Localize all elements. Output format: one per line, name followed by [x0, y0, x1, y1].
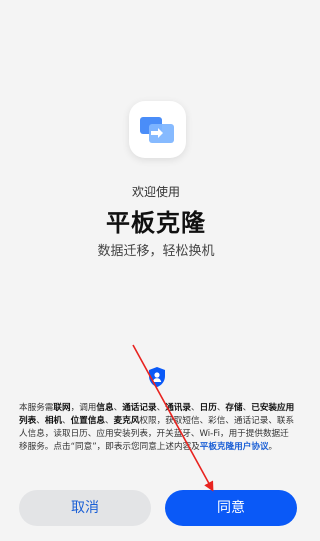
- user-agreement-link[interactable]: 平板克隆用户协议: [200, 442, 269, 452]
- privacy-notice: 本服务需联网，调用信息、通话记录、通讯录、日历、存储、已安装应用列表、相机、位置…: [19, 402, 297, 454]
- notice-segment: 、: [156, 403, 166, 413]
- permission-term: 麦克风: [113, 416, 140, 426]
- permission-term: 信息: [96, 403, 114, 413]
- privacy-shield-icon: [149, 367, 165, 387]
- app-title: 平板克隆: [106, 209, 206, 237]
- notice-segment: ，调用: [70, 403, 97, 413]
- permission-term: 联网: [53, 403, 71, 413]
- notice-segment: 、: [113, 403, 123, 413]
- permission-term: 位置信息: [70, 416, 106, 426]
- permission-term: 日历: [199, 403, 217, 413]
- notice-segment: 本服务需: [19, 403, 54, 413]
- notice-segment: 、: [62, 416, 71, 426]
- notice-segment: 、: [36, 416, 45, 426]
- permission-term: 通话记录: [122, 403, 157, 413]
- cancel-button[interactable]: 取消: [19, 490, 151, 526]
- permission-term: 相机: [44, 416, 63, 426]
- app-icon: [129, 101, 186, 158]
- permission-term: 通讯录: [165, 403, 191, 413]
- privacy-notice-tail: 。: [268, 442, 278, 452]
- welcome-text: 欢迎使用: [131, 185, 180, 199]
- agree-button[interactable]: 同意: [165, 490, 297, 526]
- tablet-clone-icon: [140, 117, 174, 143]
- annotation-arrow: [132, 344, 214, 492]
- permission-term: 存储: [225, 403, 243, 413]
- notice-segment: 、: [242, 403, 252, 413]
- notice-segment: 、: [105, 416, 114, 426]
- app-subtitle: 数据迁移，轻松换机: [97, 244, 215, 259]
- notice-segment: 、: [191, 403, 200, 413]
